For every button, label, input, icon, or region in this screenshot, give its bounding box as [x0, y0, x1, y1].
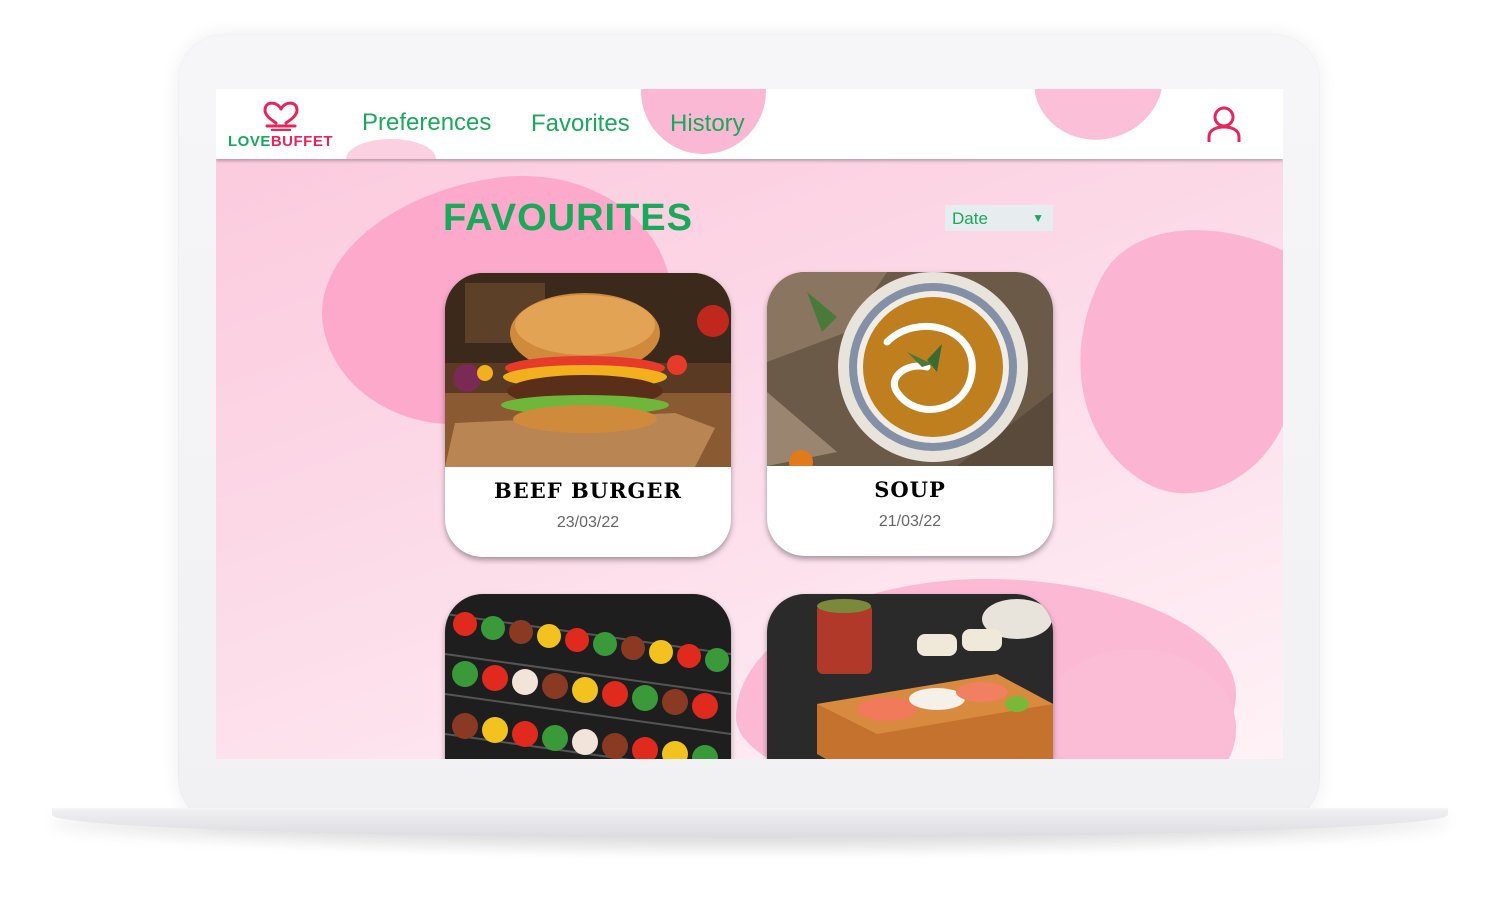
card-date: 21/03/22	[878, 513, 942, 530]
favourite-card[interactable]	[445, 594, 731, 759]
top-navbar: LOVEBUFFET Preferences Favorites History	[216, 89, 1283, 159]
card-title: SOUP	[874, 477, 946, 502]
kebab-photo	[445, 594, 731, 759]
logo-wordmark: LOVEBUFFET	[228, 133, 333, 150]
logo-love-text: LOVE	[228, 133, 271, 150]
card-title: BEEF BURGER	[494, 478, 682, 503]
soup-photo	[767, 272, 1053, 466]
favourite-card[interactable]	[767, 594, 1053, 759]
page-title: FAVOURITES	[443, 197, 693, 239]
lovebuffet-logo[interactable]: LOVEBUFFET	[228, 99, 333, 151]
burger-photo	[445, 273, 731, 467]
dropdown-arrow-icon: ▼	[1032, 211, 1044, 225]
heart-logo-icon	[263, 101, 299, 131]
card-date: 23/03/22	[556, 514, 620, 531]
logo-buffet-text: BUFFET	[270, 133, 334, 150]
nav-link-favorites[interactable]: Favorites	[531, 110, 630, 138]
sort-selected-value: Date	[952, 209, 988, 228]
sushi-photo	[767, 594, 1053, 759]
app-screen: LOVEBUFFET Preferences Favorites History…	[216, 89, 1283, 759]
favourite-card[interactable]: BEEF BURGER 23/03/22	[445, 273, 731, 557]
nav-link-preferences[interactable]: Preferences	[362, 109, 491, 137]
navbar-blob	[346, 139, 436, 159]
navbar-blob	[1025, 89, 1177, 155]
sort-dropdown[interactable]: Date ▼	[945, 205, 1053, 231]
user-icon[interactable]	[1204, 104, 1244, 144]
nav-link-history[interactable]: History	[670, 110, 745, 138]
favourite-card[interactable]: SOUP 21/03/22	[767, 272, 1053, 556]
background-blob	[1026, 180, 1283, 528]
